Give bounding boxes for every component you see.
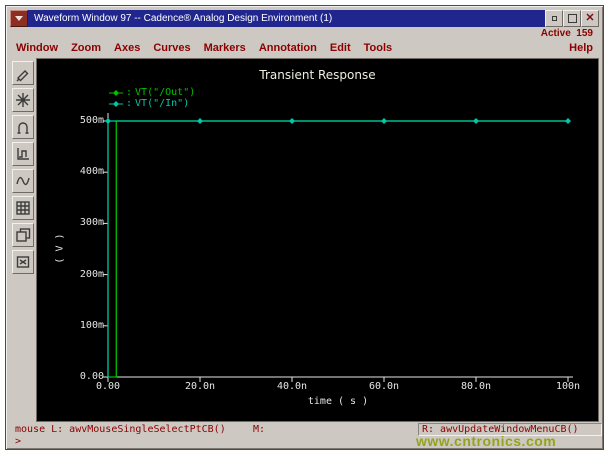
legend-item-out[interactable]: : VT("/Out") [109,87,195,98]
trace-marker [197,118,203,124]
plot-svg [103,113,573,382]
x-axis-label: time ( s ) [307,396,369,407]
zoom-star-icon [16,93,30,107]
plot-canvas[interactable]: Transient Response : VT("/Out") : VT("/I… [36,58,599,422]
menu-tools[interactable]: Tools [364,42,393,57]
legend-marker-out-icon [109,89,123,96]
menu-help[interactable]: Help [569,42,593,57]
plot-title: Transient Response [259,68,376,82]
menubar: Window Zoom Axes Curves Markers Annotati… [16,42,593,57]
waveform-tool-button[interactable] [12,169,34,193]
window-menu-icon [15,16,23,21]
magnet-tool-button[interactable] [12,115,34,139]
main-area: Transient Response : VT("/Out") : VT("/I… [10,58,599,422]
trace-in [107,120,568,377]
menu-window[interactable]: Window [16,42,58,57]
menu-annotation[interactable]: Annotation [259,42,317,57]
probe-tool-button[interactable] [12,61,34,85]
window-menu-button[interactable] [10,10,28,27]
calculator-tool-button[interactable] [12,196,34,220]
legend-label-in: VT("/In") [135,98,190,109]
legend-item-in[interactable]: : VT("/In") [109,98,195,109]
maximize-icon [567,14,577,23]
y-tick-label: 400m [79,166,104,178]
trace-out [108,120,568,378]
strip-chart-icon [17,148,29,160]
legend-sep: : [126,87,133,98]
legend-label-out: VT("/Out") [135,87,196,98]
menu-edit[interactable]: Edit [330,42,351,57]
y-axis-label: ( V ) [54,233,66,264]
y-tick-label: 500m [79,115,104,126]
layers-icon [16,228,31,242]
maximize-button[interactable] [563,10,581,27]
menu-markers[interactable]: Markers [204,42,246,57]
waveform-window: Waveform Window 97 -- Cadence® Analog De… [5,5,604,450]
menu-zoom[interactable]: Zoom [71,42,101,57]
status-mouse-middle: M: [253,424,266,435]
trace-marker [289,118,295,124]
watermark: www.cntronics.com [416,433,557,449]
legend: : VT("/Out") : VT("/In") [109,87,195,109]
y-tick-label: 200m [79,268,104,280]
probe-pen-icon [16,70,29,82]
delete-box-icon [16,256,30,268]
layers-tool-button[interactable] [12,223,34,247]
minimize-button[interactable] [545,10,563,27]
magnet-icon [17,122,29,134]
calculator-icon [16,201,30,215]
x-tick-label: 20.0n [184,381,216,392]
titlebar: Waveform Window 97 -- Cadence® Analog De… [10,10,599,27]
status-mouse-left: mouse L: awvMouseSingleSelectPtCB() [15,424,226,435]
legend-sep: : [126,98,133,109]
close-button[interactable]: ✕ [581,10,599,27]
legend-marker-in-icon [109,100,123,107]
menu-axes[interactable]: Axes [114,42,140,57]
active-status: Active 159 [540,28,593,39]
strip-chart-tool-button[interactable] [12,142,34,166]
trace-marker [381,118,387,124]
trace-marker [105,118,111,124]
close-icon: ✕ [585,12,595,24]
command-prompt[interactable]: > [15,436,21,447]
x-tick-label: 60.0n [368,381,400,392]
trace-marker [473,118,479,124]
trace-marker [565,118,571,124]
x-tick-label: 0.00 [95,381,121,392]
x-tick-label: 100n [555,381,581,392]
minimize-icon [551,16,557,21]
x-tick-label: 40.0n [276,381,308,392]
y-tick-label: 100m [79,319,104,331]
window-title: Waveform Window 97 -- Cadence® Analog De… [28,10,545,27]
menu-curves[interactable]: Curves [153,42,190,57]
x-tick-label: 80.0n [460,381,492,392]
zoom-star-tool-button[interactable] [12,88,34,112]
delete-tool-button[interactable] [12,250,34,274]
y-tick-label: 0.00 [79,371,104,382]
left-toolbar [10,58,36,422]
waveform-icon [16,176,30,186]
y-tick-label: 300m [79,217,104,229]
